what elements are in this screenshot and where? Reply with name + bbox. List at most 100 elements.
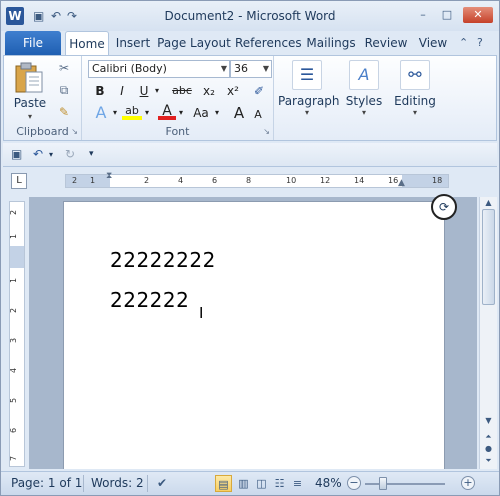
font-group-label: Font: [165, 125, 190, 138]
italic-button[interactable]: I: [114, 82, 130, 100]
clipboard-group-label: Clipboard: [16, 125, 69, 138]
zoom-in-button[interactable]: +: [461, 476, 475, 490]
shrink-font-button[interactable]: A: [250, 106, 266, 124]
underline-button[interactable]: U: [136, 82, 152, 100]
previous-page-icon[interactable]: ⏶: [482, 431, 495, 443]
format-painter-icon[interactable]: ✎: [56, 104, 72, 120]
tab-home[interactable]: Home: [65, 31, 109, 55]
highlight-icon[interactable]: ab: [122, 102, 142, 120]
highlight-dropdown-icon[interactable]: ▾: [142, 104, 152, 122]
paste-icon[interactable]: [12, 60, 46, 94]
text-cursor-icon: I: [199, 304, 204, 322]
font-name-combo[interactable]: Calibri (Body) ▼: [88, 60, 230, 78]
horizontal-ruler[interactable]: 2 1 2 4 6 8 10 12 14 16 18 ⧗ ▲: [65, 171, 449, 188]
ruler-label: 6: [212, 176, 218, 185]
undo-icon[interactable]: ↶: [33, 147, 43, 161]
print-layout-view-icon[interactable]: ▤: [215, 475, 232, 492]
scroll-thumb[interactable]: [482, 209, 495, 305]
tab-review[interactable]: Review: [364, 31, 408, 55]
zoom-level[interactable]: 48%: [315, 476, 342, 490]
quick-access-toolbar: ▣ ↶ ▾ ↻ ▾: [3, 143, 497, 167]
ruler-label: 5: [9, 397, 19, 404]
full-screen-reading-view-icon[interactable]: ▥: [235, 475, 252, 492]
tab-insert[interactable]: Insert: [113, 31, 153, 55]
tab-file[interactable]: File: [5, 31, 61, 55]
tab-selector-icon[interactable]: L: [11, 173, 27, 189]
font-name-dropdown-icon[interactable]: ▼: [221, 61, 227, 77]
ruler-label: 1: [9, 233, 19, 240]
font-launcher-icon[interactable]: ↘: [263, 127, 270, 136]
outline-view-icon[interactable]: ☷: [271, 475, 288, 492]
font-color-dropdown-icon[interactable]: ▾: [176, 104, 186, 122]
zoom-slider-track[interactable]: [365, 483, 445, 485]
proofing-icon[interactable]: ✔: [157, 476, 167, 490]
status-divider: [147, 475, 148, 492]
document-line[interactable]: 222222: [110, 288, 189, 312]
copy-icon[interactable]: ⧉: [56, 82, 72, 98]
customize-qat-icon[interactable]: ▾: [89, 149, 94, 159]
zoom-out-button[interactable]: −: [347, 476, 361, 490]
scroll-up-icon[interactable]: ▲: [482, 197, 495, 209]
vertical-scrollbar[interactable]: ▲ ▼ ⏶ ● ⏷: [479, 197, 497, 469]
font-color-icon[interactable]: A: [158, 102, 176, 120]
scroll-down-icon[interactable]: ▼: [482, 415, 495, 427]
redo-icon[interactable]: ↻: [65, 147, 75, 161]
text-effects-icon[interactable]: A: [90, 104, 112, 122]
editing-button[interactable]: ⚯ Editing ▾: [392, 60, 438, 117]
draft-view-icon[interactable]: ≡: [289, 475, 306, 492]
select-browse-object-icon[interactable]: ●: [482, 443, 495, 455]
zoom-slider-thumb[interactable]: [379, 477, 387, 490]
change-case-dropdown-icon[interactable]: ▾: [212, 104, 222, 122]
indent-marker-icon[interactable]: ⧗: [106, 171, 112, 181]
strikethrough-button[interactable]: abc: [170, 82, 194, 100]
change-case-button[interactable]: Aa: [190, 104, 212, 122]
paragraph-dropdown-icon: ▾: [304, 108, 309, 117]
ruler-label: 2: [144, 176, 150, 185]
ruler-label: 16: [388, 176, 399, 185]
font-size-dropdown-icon[interactable]: ▼: [263, 61, 269, 77]
minimize-ribbon-icon[interactable]: ⌃: [459, 36, 468, 49]
tab-page-layout[interactable]: Page Layout: [157, 31, 231, 55]
document-page[interactable]: 22222222 222222 I: [63, 201, 445, 469]
maximize-button[interactable]: □: [437, 7, 457, 23]
top-margin-shade: [10, 246, 24, 268]
vertical-ruler[interactable]: 2 1 1 2 3 4 5 6 7: [9, 201, 25, 467]
document-line[interactable]: 22222222: [110, 248, 216, 272]
minimize-button[interactable]: –: [413, 7, 433, 23]
ruler-label: 12: [320, 176, 331, 185]
font-size-combo[interactable]: 36 ▼: [230, 60, 272, 78]
document-area[interactable]: 22222222 222222 I: [29, 197, 477, 469]
superscript-button[interactable]: x²: [222, 82, 244, 100]
styles-button[interactable]: A Styles ▾: [342, 60, 386, 117]
sync-status-icon[interactable]: ⟳: [431, 194, 457, 220]
tab-view[interactable]: View: [415, 31, 451, 55]
undo-dropdown-icon[interactable]: ▾: [49, 150, 53, 159]
page-count[interactable]: Page: 1 of 1: [11, 476, 82, 490]
save-icon[interactable]: ▣: [11, 147, 22, 161]
grow-font-button[interactable]: A: [230, 104, 248, 122]
text-effects-dropdown-icon[interactable]: ▾: [110, 104, 120, 122]
editing-group: ⚯ Editing ▾: [390, 56, 440, 140]
paste-dropdown-icon[interactable]: ▾: [28, 112, 32, 121]
next-page-icon[interactable]: ⏷: [482, 455, 495, 467]
editing-dropdown-icon: ▾: [412, 108, 417, 117]
tab-references[interactable]: References: [235, 31, 302, 55]
paragraph-button[interactable]: ☰ Paragraph ▾: [278, 60, 340, 117]
ruler-label: 1: [9, 277, 19, 284]
ruler-label: 7: [9, 455, 19, 462]
paste-button[interactable]: Paste: [12, 96, 48, 110]
right-indent-icon[interactable]: ▲: [398, 178, 405, 188]
cut-icon[interactable]: ✂: [56, 60, 72, 76]
close-button[interactable]: ✕: [463, 7, 493, 23]
web-layout-view-icon[interactable]: ◫: [253, 475, 270, 492]
underline-dropdown-icon[interactable]: ▾: [152, 82, 162, 100]
status-divider: [83, 475, 84, 492]
bold-button[interactable]: B: [92, 82, 108, 100]
clipboard-launcher-icon[interactable]: ↘: [71, 127, 78, 136]
help-icon[interactable]: ?: [477, 36, 483, 49]
word-count[interactable]: Words: 2: [91, 476, 144, 490]
clear-formatting-icon[interactable]: ✐: [250, 82, 268, 100]
tab-mailings[interactable]: Mailings: [304, 31, 358, 55]
paragraph-label: Paragraph: [278, 94, 340, 108]
subscript-button[interactable]: x₂: [198, 82, 220, 100]
